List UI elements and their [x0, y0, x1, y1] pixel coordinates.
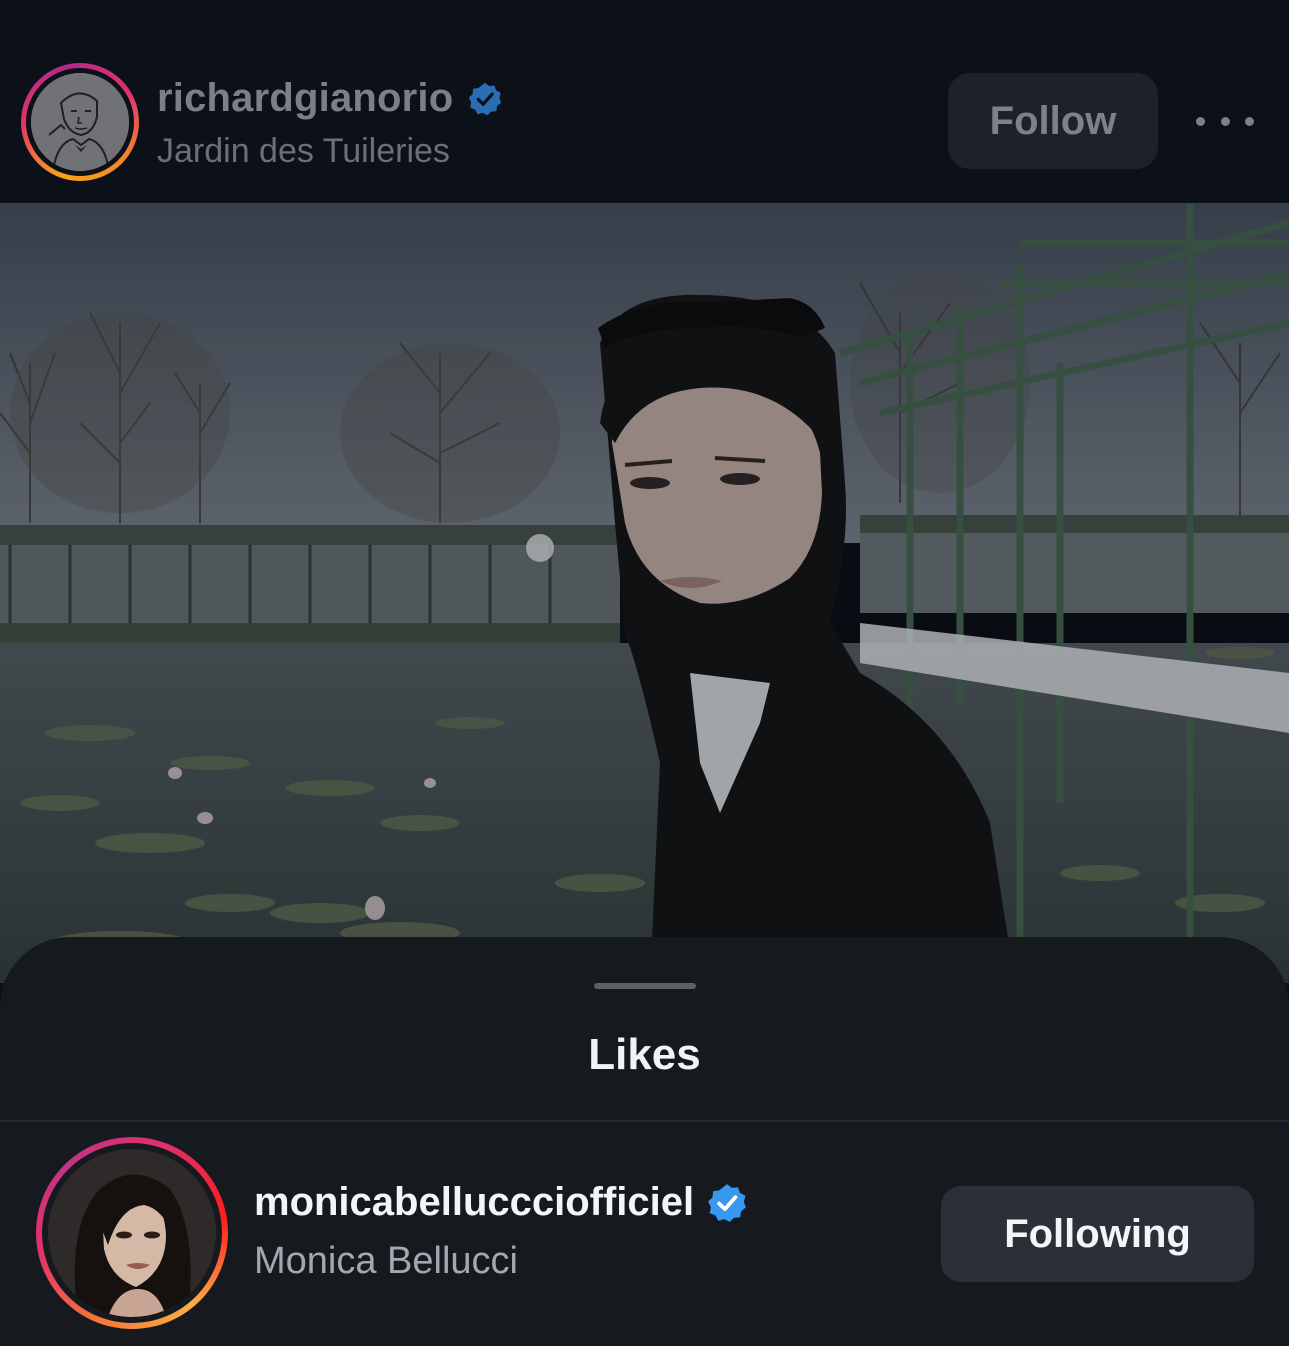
liker-username[interactable]: monicabelluccciofficiel [254, 1180, 694, 1225]
post-photo[interactable] [0, 203, 1289, 983]
author-username[interactable]: richardgianorio [157, 76, 453, 121]
liker-avatar-image [48, 1149, 216, 1317]
verified-badge-icon [706, 1182, 748, 1224]
liker-avatar[interactable] [36, 1137, 228, 1329]
author-avatar-image [31, 73, 129, 171]
follow-button[interactable]: Follow [948, 73, 1158, 169]
following-button[interactable]: Following [941, 1186, 1254, 1282]
divider [0, 1120, 1289, 1122]
likes-sheet-title: Likes [588, 1030, 701, 1079]
liker-full-name: Monica Bellucci [254, 1240, 518, 1282]
post-location[interactable]: Jardin des Tuileries [157, 132, 450, 171]
verified-badge-icon [467, 81, 503, 117]
author-avatar[interactable] [21, 63, 139, 181]
more-horizontal-icon[interactable] [1196, 104, 1254, 138]
sheet-grabber-handle[interactable] [594, 983, 696, 989]
post-header: richardgianorio Jardin des Tuileries Fol… [0, 0, 1289, 203]
